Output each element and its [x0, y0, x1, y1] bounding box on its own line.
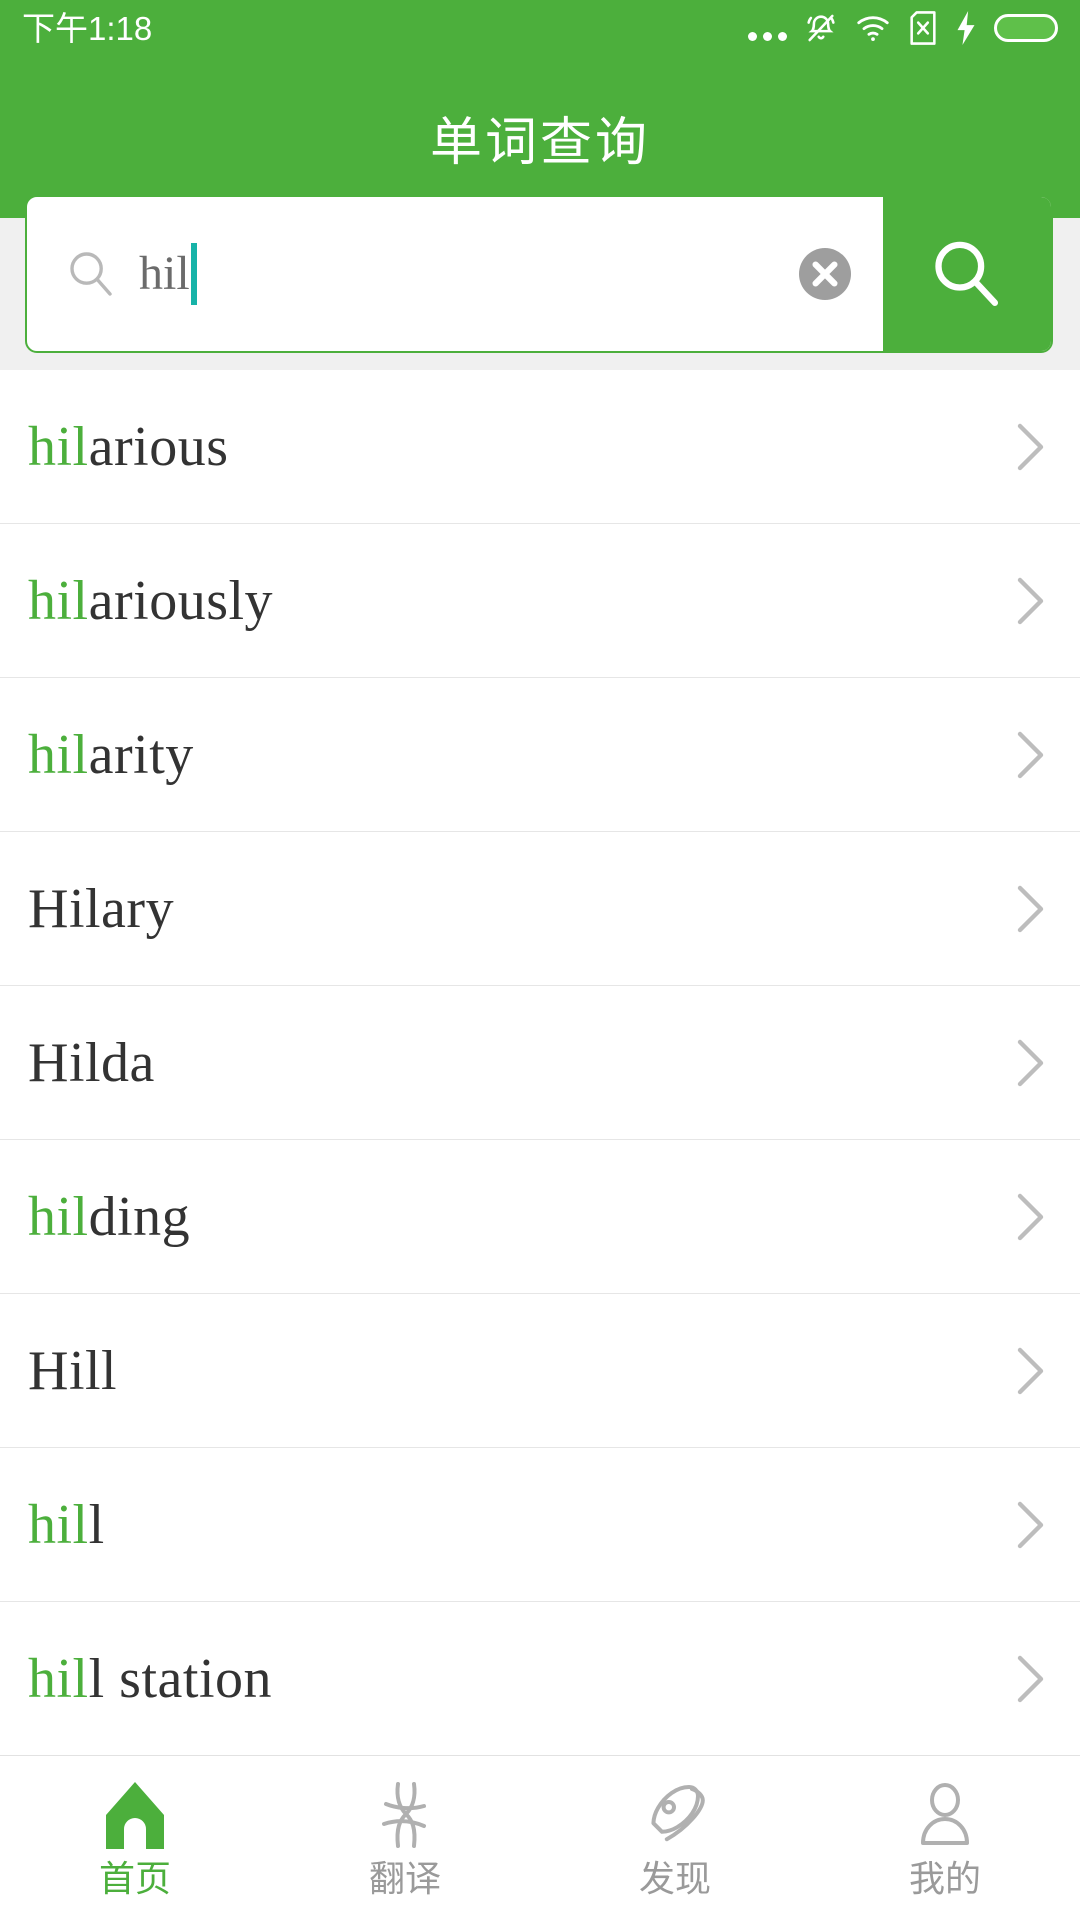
- table-row[interactable]: hilariously: [0, 524, 1080, 678]
- result-word-rest: l: [88, 1493, 105, 1556]
- result-word: hilarious: [28, 419, 228, 475]
- table-row[interactable]: hill station: [0, 1602, 1080, 1756]
- result-word-rest: Hilda: [28, 1031, 155, 1094]
- home-icon: [98, 1778, 172, 1850]
- clear-search-button[interactable]: [797, 246, 853, 302]
- result-word-highlight: hil: [28, 415, 89, 478]
- search-input[interactable]: hil: [27, 197, 797, 351]
- tab-discover[interactable]: 发现: [540, 1756, 810, 1920]
- result-word-highlight: hil: [28, 569, 89, 632]
- chevron-right-icon: [1014, 1036, 1048, 1090]
- status-bar-icons: [748, 11, 1058, 45]
- battery-icon: [994, 14, 1058, 42]
- app-root: 下午1:18 单词查询 hil hilarious hilariously hi…: [0, 0, 1080, 1920]
- result-word-rest: Hilary: [28, 877, 175, 940]
- chevron-right-icon: [1014, 882, 1048, 936]
- search-results-list: hilarious hilariously hilarity Hilary Hi…: [0, 370, 1080, 1756]
- translate-icon: [368, 1778, 442, 1850]
- result-word-highlight: hil: [28, 1185, 89, 1248]
- tab-home-label: 首页: [98, 1859, 171, 1900]
- chevron-right-icon: [1014, 728, 1048, 782]
- text-cursor: [190, 243, 197, 305]
- table-row[interactable]: hilarity: [0, 678, 1080, 832]
- table-row[interactable]: Hilary: [0, 832, 1080, 986]
- search-value-wrap: hil: [139, 243, 197, 305]
- result-word-highlight: hil: [28, 1493, 89, 1556]
- search-icon: [65, 248, 117, 300]
- table-row[interactable]: Hilda: [0, 986, 1080, 1140]
- result-word-highlight: hil: [28, 1647, 89, 1710]
- status-bar-time: 下午1:18: [22, 9, 153, 47]
- result-word-rest: l station: [88, 1647, 273, 1710]
- result-word-rest: ding: [88, 1185, 191, 1248]
- chevron-right-icon: [1014, 1190, 1048, 1244]
- search-submit-button[interactable]: [883, 197, 1051, 351]
- result-word: hill station: [28, 1651, 272, 1707]
- tab-discover-label: 发现: [638, 1859, 711, 1900]
- chevron-right-icon: [1014, 1498, 1048, 1552]
- result-word-rest: arity: [88, 723, 194, 786]
- chevron-right-icon: [1014, 1652, 1048, 1706]
- bottom-tab-bar: 首页 翻译 发现 我的: [0, 1755, 1080, 1920]
- search-value: hil: [139, 247, 190, 300]
- result-word-rest: Hill: [28, 1339, 118, 1402]
- table-row[interactable]: hill: [0, 1448, 1080, 1602]
- result-word: hilariously: [28, 573, 273, 629]
- tab-profile-label: 我的: [908, 1859, 981, 1900]
- charging-bolt-icon: [955, 11, 977, 45]
- app-header: 下午1:18 单词查询: [0, 0, 1080, 218]
- table-row[interactable]: hilding: [0, 1140, 1080, 1294]
- search-bar[interactable]: hil: [25, 195, 1053, 353]
- result-word: Hilary: [28, 881, 174, 937]
- result-word: Hilda: [28, 1035, 155, 1091]
- page-title: 单词查询: [429, 112, 650, 173]
- person-icon: [908, 1778, 982, 1850]
- tab-translate-label: 翻译: [368, 1859, 441, 1900]
- result-word-rest: arious: [88, 415, 229, 478]
- result-word-highlight: hil: [28, 723, 89, 786]
- result-word-rest: ariously: [88, 569, 274, 632]
- table-row[interactable]: hilarious: [0, 370, 1080, 524]
- tab-translate[interactable]: 翻译: [270, 1756, 540, 1920]
- bell-muted-icon: [804, 11, 838, 45]
- tab-profile[interactable]: 我的: [810, 1756, 1080, 1920]
- table-row[interactable]: Hill: [0, 1294, 1080, 1448]
- result-word: hilding: [28, 1189, 190, 1245]
- wifi-icon: [855, 13, 891, 43]
- more-dots-icon: [748, 13, 787, 43]
- chevron-right-icon: [1014, 574, 1048, 628]
- result-word: hill: [28, 1497, 105, 1553]
- result-word: Hill: [28, 1343, 117, 1399]
- search-band: hil: [0, 195, 1080, 370]
- status-bar: 下午1:18: [0, 0, 1080, 56]
- chevron-right-icon: [1014, 1344, 1048, 1398]
- tab-home[interactable]: 首页: [0, 1756, 270, 1920]
- result-word: hilarity: [28, 727, 194, 783]
- chevron-right-icon: [1014, 420, 1048, 474]
- rocket-icon: [638, 1778, 712, 1850]
- sim-card-x-icon: [908, 11, 938, 45]
